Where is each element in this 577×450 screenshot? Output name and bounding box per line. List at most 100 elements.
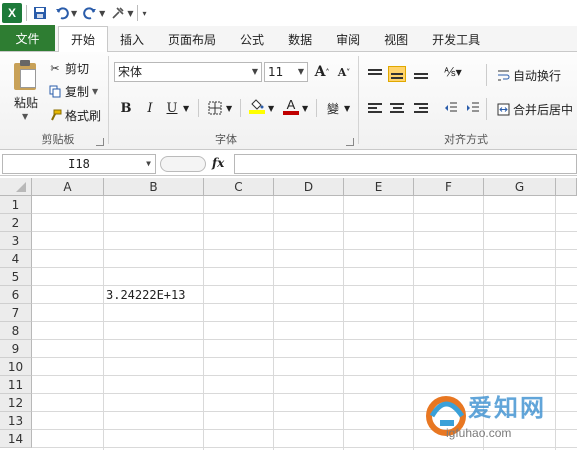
name-box[interactable]: I18 ▼ — [2, 154, 156, 174]
tab-formulas[interactable]: 公式 — [228, 27, 276, 51]
group-separator — [108, 56, 109, 144]
borders-dropdown-icon[interactable]: ▼ — [226, 104, 232, 113]
paste-dropdown-icon[interactable]: ▼ — [22, 112, 28, 121]
font-launcher-icon[interactable] — [346, 138, 354, 146]
font-size-dropdown-icon: ▼ — [297, 67, 304, 76]
align-right-button[interactable] — [412, 100, 430, 116]
column-header-F[interactable]: F — [414, 178, 484, 196]
row-gridline — [32, 357, 577, 358]
select-all-corner[interactable] — [0, 178, 32, 196]
name-box-dropdown-icon: ▼ — [146, 159, 151, 168]
ribbon-tabs: 文件 开始 插入 页面布局 公式 数据 审阅 视图 开发工具 — [0, 25, 577, 52]
tools-icon[interactable] — [109, 4, 127, 22]
row-header-11[interactable]: 11 — [0, 376, 32, 394]
row-header-2[interactable]: 2 — [0, 214, 32, 232]
borders-button[interactable] — [206, 98, 224, 118]
save-icon[interactable] — [31, 4, 49, 22]
font-name-value: 宋体 — [118, 65, 143, 79]
shrink-font-button[interactable]: A ˅ — [336, 62, 352, 82]
row-header-13[interactable]: 13 — [0, 412, 32, 430]
underline-dropdown-icon[interactable]: ▼ — [183, 104, 189, 113]
align-left-button[interactable] — [366, 100, 384, 116]
row-header-4[interactable]: 4 — [0, 250, 32, 268]
wrap-text-button[interactable]: 自动换行 — [496, 66, 561, 84]
copy-dropdown-icon[interactable]: ▼ — [92, 87, 98, 96]
font-color-dropdown-icon[interactable]: ▼ — [302, 104, 308, 113]
font-name-dropdown-icon: ▼ — [251, 67, 258, 76]
column-header-D[interactable]: D — [274, 178, 344, 196]
tab-insert[interactable]: 插入 — [108, 27, 156, 51]
row-header-5[interactable]: 5 — [0, 268, 32, 286]
wrap-text-icon — [496, 68, 510, 82]
tab-view[interactable]: 视图 — [372, 27, 420, 51]
insert-function-icon[interactable]: fx — [212, 156, 224, 170]
row-header-14[interactable]: 14 — [0, 430, 32, 448]
grow-font-button[interactable]: A ˄ — [314, 62, 330, 82]
row-header-3[interactable]: 3 — [0, 232, 32, 250]
tools-dropdown-icon[interactable]: ▼ — [127, 9, 133, 18]
redo-dropdown-icon[interactable]: ▼ — [99, 9, 105, 18]
tab-data[interactable]: 数据 — [276, 27, 324, 51]
font-group-label: 字体 — [215, 133, 237, 146]
tab-review[interactable]: 审阅 — [324, 27, 372, 51]
column-header-G[interactable]: G — [484, 178, 556, 196]
phonetic-guide-button[interactable]: 變 — [324, 98, 342, 118]
paste-button[interactable]: 粘贴 ▼ — [4, 54, 42, 126]
font-name-select[interactable]: 宋体 ▼ — [114, 62, 262, 82]
row-header-1[interactable]: 1 — [0, 196, 32, 214]
font-size-select[interactable]: 11 ▼ — [264, 62, 308, 82]
tab-developer[interactable]: 开发工具 — [420, 27, 492, 51]
merge-center-button[interactable]: 合并后居中 — [496, 100, 573, 118]
phonetic-dropdown-icon[interactable]: ▼ — [344, 104, 350, 113]
align-middle-button[interactable] — [388, 66, 406, 82]
column-header-B[interactable]: B — [104, 178, 204, 196]
font-size-value: 11 — [268, 65, 284, 79]
redo-icon[interactable] — [81, 4, 99, 22]
column-header-C[interactable]: C — [204, 178, 274, 196]
copy-button[interactable]: 复制 ▼ — [48, 82, 98, 100]
increase-indent-button[interactable] — [464, 98, 482, 118]
format-painter-button[interactable]: 格式刷 — [48, 106, 101, 124]
undo-dropdown-icon[interactable]: ▼ — [71, 9, 77, 18]
font-separator-3 — [316, 99, 317, 117]
fill-color-button[interactable] — [248, 96, 266, 116]
decrease-indent-button[interactable] — [442, 98, 460, 118]
italic-button[interactable]: I — [142, 98, 158, 118]
align-separator-2 — [486, 98, 487, 120]
row-header-6[interactable]: 6 — [0, 286, 32, 304]
row-header-7[interactable]: 7 — [0, 304, 32, 322]
tab-page-layout[interactable]: 页面布局 — [156, 27, 228, 51]
group-separator-2 — [358, 56, 359, 144]
row-header-9[interactable]: 9 — [0, 340, 32, 358]
qat-separator — [26, 5, 27, 21]
merge-center-label: 合并后居中 — [513, 102, 574, 117]
tab-home[interactable]: 开始 — [58, 26, 109, 52]
column-header-E[interactable]: E — [344, 178, 414, 196]
orientation-button[interactable]: ⅍ ▼ — [442, 62, 464, 82]
formula-splitter-handle[interactable] — [160, 156, 206, 172]
bold-button[interactable]: B — [118, 98, 134, 118]
formula-input[interactable] — [234, 154, 577, 174]
align-top-button[interactable] — [366, 66, 384, 82]
excel-app-icon[interactable]: X — [2, 3, 22, 23]
quick-access-toolbar: X ▼ ▼ ▼ ▾ — [0, 0, 577, 26]
font-color-button[interactable]: A — [282, 96, 300, 116]
row-gridline — [32, 213, 577, 214]
name-box-value: I18 — [68, 157, 90, 171]
column-header-A[interactable]: A — [32, 178, 104, 196]
underline-button[interactable]: U — [164, 98, 180, 118]
row-header-12[interactable]: 12 — [0, 394, 32, 412]
align-bottom-button[interactable] — [412, 66, 430, 82]
tab-file[interactable]: 文件 — [0, 25, 55, 51]
fill-color-dropdown-icon[interactable]: ▼ — [268, 104, 274, 113]
row-header-10[interactable]: 10 — [0, 358, 32, 376]
cell-B6[interactable]: 3.24222E+13 — [106, 286, 185, 304]
clipboard-launcher-icon[interactable] — [96, 138, 104, 146]
shrink-font-icon: A — [337, 65, 347, 79]
cut-label: 剪切 — [65, 61, 90, 76]
cut-button[interactable]: ✂ 剪切 — [48, 59, 89, 77]
undo-icon[interactable] — [53, 4, 71, 22]
customize-qat-icon[interactable]: ▾ — [142, 9, 146, 18]
align-center-button[interactable] — [388, 100, 406, 116]
row-header-8[interactable]: 8 — [0, 322, 32, 340]
